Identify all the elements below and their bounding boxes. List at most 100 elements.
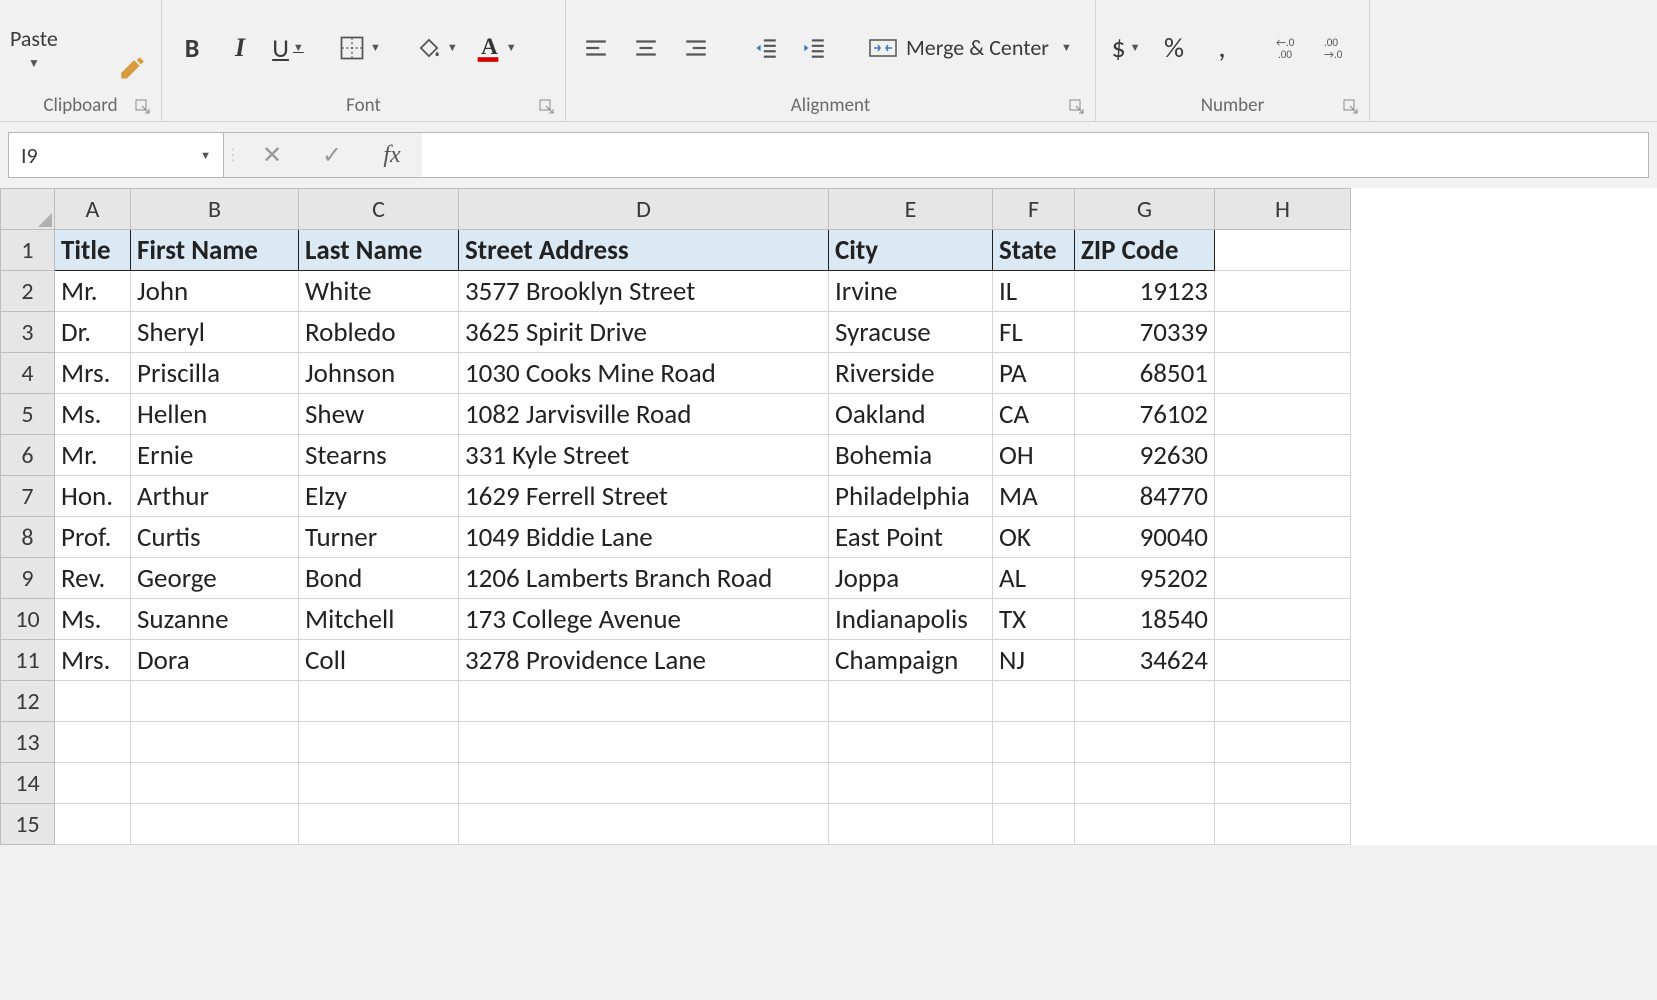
- cell[interactable]: [1215, 558, 1351, 599]
- cell[interactable]: 76102: [1075, 394, 1215, 435]
- merge-center-button[interactable]: Merge & Center ▼: [864, 28, 1076, 68]
- cell[interactable]: George: [131, 558, 299, 599]
- cell[interactable]: [459, 681, 829, 722]
- cell[interactable]: [459, 804, 829, 845]
- paste-button[interactable]: Paste ▼: [10, 25, 58, 71]
- cell[interactable]: City: [829, 230, 993, 271]
- cell[interactable]: [1215, 353, 1351, 394]
- cell[interactable]: 1049 Biddie Lane: [459, 517, 829, 558]
- comma-style-button[interactable]: ,: [1202, 28, 1242, 68]
- cell[interactable]: Riverside: [829, 353, 993, 394]
- row-header[interactable]: 2: [1, 271, 55, 312]
- row-header[interactable]: 12: [1, 681, 55, 722]
- cell[interactable]: Hellen: [131, 394, 299, 435]
- column-header[interactable]: H: [1215, 189, 1351, 230]
- enter-formula-button[interactable]: ✓: [302, 132, 362, 178]
- align-center-button[interactable]: [626, 28, 666, 68]
- cell[interactable]: 68501: [1075, 353, 1215, 394]
- formula-input[interactable]: [422, 132, 1649, 178]
- cell[interactable]: ZIP Code: [1075, 230, 1215, 271]
- cell[interactable]: [1215, 230, 1351, 271]
- cell[interactable]: [993, 722, 1075, 763]
- cell[interactable]: 1206 Lamberts Branch Road: [459, 558, 829, 599]
- accounting-format-button[interactable]: $▼: [1106, 28, 1146, 68]
- cell[interactable]: 1629 Ferrell Street: [459, 476, 829, 517]
- cell[interactable]: Philadelphia: [829, 476, 993, 517]
- increase-decimal-button[interactable]: ←.0.00: [1271, 28, 1311, 68]
- cell[interactable]: Hon.: [55, 476, 131, 517]
- cell[interactable]: Indianapolis: [829, 599, 993, 640]
- cell[interactable]: [993, 681, 1075, 722]
- increase-indent-button[interactable]: [794, 28, 834, 68]
- cell[interactable]: 84770: [1075, 476, 1215, 517]
- select-all-corner[interactable]: [1, 189, 55, 230]
- chevron-down-icon[interactable]: ▼: [28, 56, 40, 71]
- row-header[interactable]: 11: [1, 640, 55, 681]
- column-header[interactable]: C: [299, 189, 459, 230]
- cell[interactable]: IL: [993, 271, 1075, 312]
- cell[interactable]: 3278 Providence Lane: [459, 640, 829, 681]
- decrease-decimal-button[interactable]: .00→.0: [1319, 28, 1359, 68]
- cell[interactable]: Mr.: [55, 271, 131, 312]
- cell[interactable]: White: [299, 271, 459, 312]
- cell[interactable]: [1215, 640, 1351, 681]
- cell[interactable]: Joppa: [829, 558, 993, 599]
- cell[interactable]: [829, 804, 993, 845]
- cell[interactable]: [1215, 599, 1351, 640]
- decrease-indent-button[interactable]: [746, 28, 786, 68]
- cell[interactable]: [993, 763, 1075, 804]
- cell[interactable]: [459, 763, 829, 804]
- cell[interactable]: AL: [993, 558, 1075, 599]
- chevron-down-icon[interactable]: ▼: [370, 41, 381, 54]
- cell[interactable]: Dr.: [55, 312, 131, 353]
- dialog-launcher-icon[interactable]: [539, 99, 555, 115]
- dialog-launcher-icon[interactable]: [1069, 99, 1085, 115]
- chevron-down-icon[interactable]: ▼: [1130, 41, 1141, 54]
- cell[interactable]: East Point: [829, 517, 993, 558]
- cell[interactable]: CA: [993, 394, 1075, 435]
- cell[interactable]: Arthur: [131, 476, 299, 517]
- cell[interactable]: [1215, 312, 1351, 353]
- cell[interactable]: [299, 804, 459, 845]
- italic-button[interactable]: I: [220, 28, 260, 68]
- row-header[interactable]: 10: [1, 599, 55, 640]
- cell[interactable]: 34624: [1075, 640, 1215, 681]
- row-header[interactable]: 4: [1, 353, 55, 394]
- column-header[interactable]: B: [131, 189, 299, 230]
- cell[interactable]: 3625 Spirit Drive: [459, 312, 829, 353]
- cell[interactable]: State: [993, 230, 1075, 271]
- cell[interactable]: Ms.: [55, 394, 131, 435]
- cell[interactable]: [55, 763, 131, 804]
- chevron-down-icon[interactable]: ▼: [293, 41, 304, 54]
- cell[interactable]: Shew: [299, 394, 459, 435]
- cell[interactable]: Mr.: [55, 435, 131, 476]
- chevron-down-icon[interactable]: ▼: [1061, 41, 1072, 54]
- cell[interactable]: Bond: [299, 558, 459, 599]
- cell[interactable]: [1215, 763, 1351, 804]
- cell[interactable]: Curtis: [131, 517, 299, 558]
- cell[interactable]: Turner: [299, 517, 459, 558]
- cell[interactable]: Suzanne: [131, 599, 299, 640]
- cell[interactable]: Robledo: [299, 312, 459, 353]
- cell[interactable]: [829, 763, 993, 804]
- cell[interactable]: Stearns: [299, 435, 459, 476]
- cell[interactable]: Street Address: [459, 230, 829, 271]
- cell[interactable]: [131, 804, 299, 845]
- cell[interactable]: [1075, 763, 1215, 804]
- percent-button[interactable]: %: [1154, 28, 1194, 68]
- cell[interactable]: [1215, 435, 1351, 476]
- dialog-launcher-icon[interactable]: [135, 99, 151, 115]
- cell[interactable]: First Name: [131, 230, 299, 271]
- cell[interactable]: 90040: [1075, 517, 1215, 558]
- cell[interactable]: PA: [993, 353, 1075, 394]
- font-color-button[interactable]: A ▼: [470, 28, 521, 68]
- row-header[interactable]: 7: [1, 476, 55, 517]
- cell[interactable]: 18540: [1075, 599, 1215, 640]
- cell[interactable]: Johnson: [299, 353, 459, 394]
- cell[interactable]: [131, 763, 299, 804]
- cell[interactable]: 19123: [1075, 271, 1215, 312]
- cell[interactable]: Prof.: [55, 517, 131, 558]
- cell[interactable]: OH: [993, 435, 1075, 476]
- cell[interactable]: [1075, 804, 1215, 845]
- row-header[interactable]: 5: [1, 394, 55, 435]
